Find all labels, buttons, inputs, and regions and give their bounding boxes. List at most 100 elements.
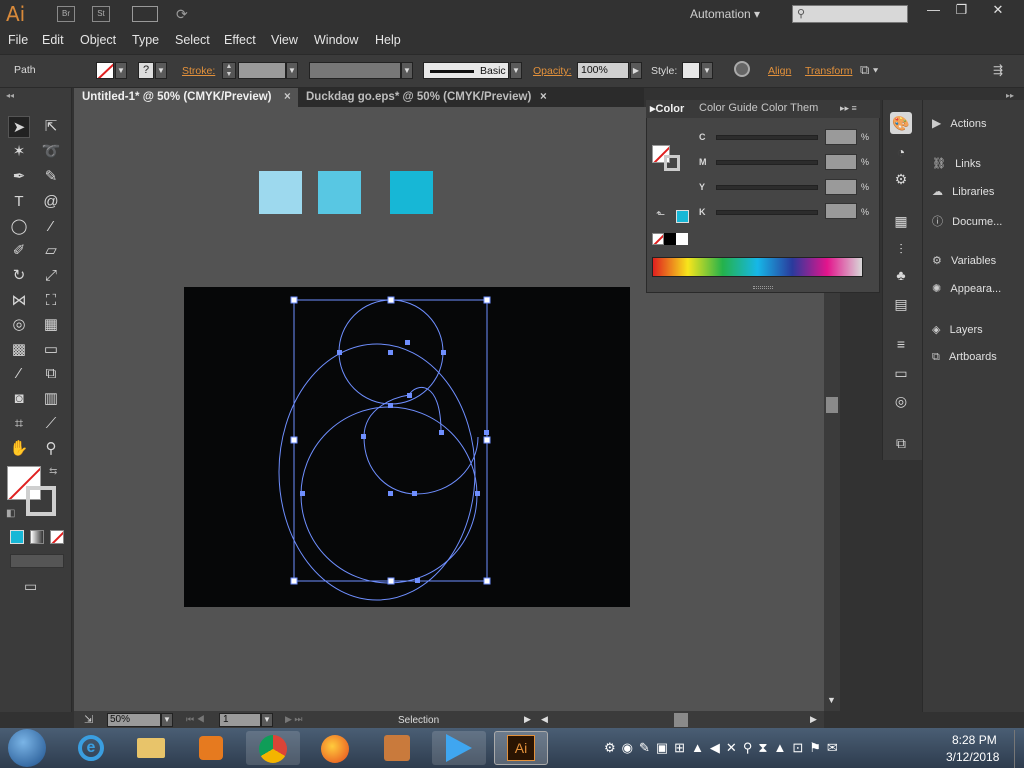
variable-width-profile[interactable] [309, 62, 401, 79]
scroll-thumb[interactable] [826, 397, 838, 413]
dock-artboards[interactable]: ⧉ Artboards [932, 351, 997, 364]
bbox-handle[interactable] [483, 577, 491, 585]
anchor-point[interactable] [439, 430, 444, 435]
yellow-slider[interactable] [716, 185, 818, 190]
artboard-dropdown[interactable]: ▼ [261, 713, 273, 727]
symbols-icon[interactable]: ♣ [890, 264, 912, 286]
dock-links[interactable]: ⛓ Links [932, 157, 981, 170]
brushes-icon[interactable]: ⫶ [890, 238, 912, 260]
menu-select[interactable]: Select [175, 33, 210, 47]
color-spectrum-bar[interactable] [652, 257, 863, 277]
blend-tool-icon[interactable]: ⧉ [40, 363, 62, 385]
internet-explorer-icon[interactable]: e [64, 731, 118, 765]
menu-help[interactable]: Help [375, 33, 401, 47]
swatch-cyan[interactable] [390, 171, 433, 214]
artboard-tool-icon[interactable]: ⌗ [8, 413, 30, 435]
white-swatch[interactable] [676, 233, 688, 245]
scroll-down-icon[interactable]: ▼ [827, 695, 836, 705]
more-tabs-icon[interactable]: ▸▸ ≡ [840, 103, 857, 114]
profile-dropdown[interactable]: ▼ [401, 62, 413, 79]
artboard-navigation-icon[interactable]: ⇲ [84, 713, 93, 726]
illustrator-taskbar-icon[interactable]: Ai [494, 731, 548, 765]
photo-app-icon[interactable] [370, 731, 424, 765]
status-menu-icon[interactable]: ▶ [524, 714, 531, 725]
menu-edit[interactable]: Edit [42, 33, 64, 47]
brush-dropdown[interactable]: ▼ [510, 62, 522, 79]
tab-color[interactable]: ▸Color [650, 102, 684, 115]
system-tray-icons[interactable]: ⚙◉✎▣⊞▲◀✕⚲⧗▲⊡⚑✉ [604, 740, 844, 756]
anchor-point[interactable] [407, 393, 412, 398]
symbol-sprayer-tool-icon[interactable]: ◙ [8, 388, 30, 410]
slice-tool-icon[interactable]: ⟋ [40, 413, 62, 435]
asset-export-icon[interactable]: ⧉ [890, 432, 912, 454]
default-fill-stroke-icon[interactable]: ◧ [6, 508, 15, 519]
clock-time[interactable]: 8:28 PM [952, 733, 997, 747]
anchor-point[interactable] [361, 434, 366, 439]
bbox-handle[interactable] [387, 577, 395, 585]
panel-resize-grip[interactable] [753, 286, 773, 289]
anchor-point[interactable] [388, 403, 393, 408]
file-explorer-icon[interactable] [124, 731, 178, 765]
cyan-slider[interactable] [716, 135, 818, 140]
color-guide-icon[interactable]: ◔ [890, 141, 912, 163]
shaper-tool-icon[interactable]: ✐ [8, 240, 30, 262]
dock-libraries[interactable]: ☁ Libraries [932, 185, 994, 198]
rotate-tool-icon[interactable]: ↻ [8, 265, 30, 287]
anchor-point[interactable] [475, 491, 480, 496]
bbox-handle[interactable] [387, 296, 395, 304]
drawing-modes-icon[interactable] [10, 554, 64, 568]
curvature-tool-icon[interactable]: ✎ [40, 166, 62, 188]
stroke-color-dropdown[interactable]: ▼ [155, 62, 167, 79]
gradient-mode-button[interactable] [30, 530, 44, 544]
anchor-point[interactable] [484, 430, 489, 435]
paintbrush-tool-icon[interactable]: ⁄ [40, 216, 62, 238]
stroke-color-box[interactable] [26, 486, 56, 516]
bbox-handle[interactable] [483, 436, 491, 444]
brush-definition[interactable]: Basic [423, 62, 509, 79]
graphic-style-swatch[interactable] [682, 62, 700, 79]
artboard-number-field[interactable]: 1 [219, 713, 261, 727]
bbox-handle[interactable] [290, 296, 298, 304]
minimize-button[interactable]: — [920, 0, 947, 20]
anchor-point[interactable] [388, 491, 393, 496]
selection-tool-icon[interactable]: ➤ [8, 116, 30, 138]
close-button[interactable]: ✕ [984, 0, 1012, 20]
transform-link[interactable]: Transform [805, 65, 852, 77]
column-graph-tool-icon[interactable]: ▥ [40, 388, 62, 410]
stroke-panel-icon[interactable]: ≡ [890, 333, 912, 355]
anchor-point[interactable] [415, 578, 420, 583]
menu-view[interactable]: View [271, 33, 298, 47]
opacity-arrow[interactable]: ▶ [630, 62, 642, 79]
stroke-unknown-swatch[interactable]: ? [138, 62, 154, 79]
bbox-handle[interactable] [483, 296, 491, 304]
screen-mode-icon[interactable]: ▭ [24, 578, 37, 595]
isolate-object-icon[interactable]: ⧉ ▾ [860, 62, 878, 78]
black-swatch[interactable] [664, 233, 676, 245]
stroke-weight-field[interactable] [238, 62, 286, 79]
stock-button[interactable]: St [92, 6, 110, 22]
anchor-point[interactable] [412, 491, 417, 496]
expand-panels-icon[interactable]: ▸▸ [1006, 91, 1014, 100]
width-tool-icon[interactable]: ⋈ [8, 290, 30, 312]
start-button[interactable] [8, 729, 46, 767]
anchor-point[interactable] [337, 350, 342, 355]
yellow-value-field[interactable] [825, 179, 857, 195]
zoom-level-field[interactable]: 50% [107, 713, 161, 727]
tab-color-themes[interactable]: Color Them [761, 102, 818, 114]
eyedropper-tool-icon[interactable]: ⁄ [8, 363, 30, 385]
bbox-handle[interactable] [290, 577, 298, 585]
search-input[interactable]: ⚲ [792, 5, 908, 23]
none-swatch[interactable] [652, 233, 664, 245]
bbox-handle[interactable] [290, 436, 298, 444]
fill-dropdown[interactable]: ▼ [115, 62, 127, 79]
graphic-styles-icon[interactable]: ▤ [890, 293, 912, 315]
magenta-slider[interactable] [716, 160, 818, 165]
menu-object[interactable]: Object [80, 33, 116, 47]
perspective-grid-tool-icon[interactable]: ▦ [40, 314, 62, 336]
close-tab-icon[interactable]: × [540, 88, 547, 107]
opacity-field[interactable]: 100% [577, 62, 629, 79]
dock-layers[interactable]: ◈ Layers [932, 323, 983, 336]
collapse-panel-icon[interactable]: ◂◂ [6, 91, 14, 100]
panel-stroke-box[interactable] [664, 155, 680, 171]
quick-swatches[interactable] [652, 233, 690, 245]
